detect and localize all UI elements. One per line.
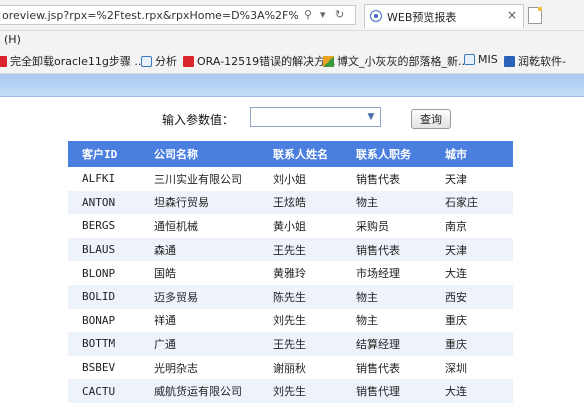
cell-contact-name: 刘先生 — [259, 308, 342, 333]
address-bar[interactable]: oreview.jsp?rpx=%2Ftest.rpx&rpxHome=D%3A… — [0, 5, 356, 25]
cell-city: 深圳 — [431, 355, 513, 380]
favorite-item[interactable]: 博文_小灰灰的部落格_新... — [323, 53, 469, 69]
favorites-bar: 完全卸载oracle11g步骤 ... 分析 ORA-12519错误的解决方..… — [0, 49, 584, 74]
cell-company: 迈多贸易 — [140, 284, 259, 309]
cell-contact-title: 物主 — [342, 284, 431, 309]
cell-company: 三川实业有限公司 — [140, 167, 259, 191]
table-row: BLONP 国皓 黄雅玲 市场经理 大连 — [68, 261, 513, 285]
table-row: BONAP 祥通 刘先生 物主 重庆 — [68, 308, 513, 333]
cell-contact-title: 市场经理 — [342, 261, 431, 285]
cell-contact-name: 陈先生 — [259, 284, 342, 309]
cell-contact-name: 黄雅玲 — [259, 261, 342, 285]
cell-city: 天津 — [431, 237, 513, 262]
table-row: BOLID 迈多贸易 陈先生 物主 西安 — [68, 284, 513, 309]
cell-city: 大连 — [431, 379, 513, 403]
cell-company: 通恒机械 — [140, 214, 259, 238]
cell-contact-title: 物主 — [342, 308, 431, 333]
favorite-item[interactable]: MIS — [464, 53, 498, 69]
table-row: BSBEV 光明杂志 谢丽秋 销售代表 深圳 — [68, 355, 513, 380]
address-text[interactable]: oreview.jsp?rpx=%2Ftest.rpx&rpxHome=D%3A… — [2, 9, 298, 22]
cell-company: 坦森行贸易 — [140, 190, 259, 215]
cell-city: 重庆 — [431, 332, 513, 356]
table-row: BERGS 通恒机械 黄小姐 采购员 南京 — [68, 214, 513, 238]
cell-contact-name: 王先生 — [259, 332, 342, 356]
ie-page-icon — [464, 54, 475, 65]
param-label: 输入参数值： — [162, 113, 235, 127]
table-row: BLAUS 森通 王先生 销售代表 天津 — [68, 237, 513, 262]
cell-city: 南京 — [431, 214, 513, 238]
cell-contact-name: 王先生 — [259, 237, 342, 262]
cell-customer-id: CACTU — [68, 379, 140, 403]
table-header-row: 客户ID 公司名称 联系人姓名 联系人职务 城市 — [68, 141, 513, 167]
red-c-icon — [183, 56, 194, 67]
cell-company: 祥通 — [140, 308, 259, 333]
column-header: 客户ID — [68, 141, 140, 167]
menu-item-help[interactable]: (H) — [4, 33, 21, 46]
blue-r-icon — [504, 56, 515, 67]
cell-city: 石家庄 — [431, 190, 513, 215]
cell-customer-id: BONAP — [68, 308, 140, 333]
cell-company: 广通 — [140, 332, 259, 356]
cell-contact-name: 黄小姐 — [259, 214, 342, 238]
cell-contact-name: 谢丽秋 — [259, 355, 342, 380]
cell-customer-id: ANTON — [68, 190, 140, 215]
chevron-down-icon[interactable]: ▾ — [320, 8, 326, 21]
column-header: 联系人姓名 — [259, 141, 342, 167]
tab-title: WEB预览报表 — [387, 11, 457, 24]
table-row: ALFKI 三川实业有限公司 刘小姐 销售代表 天津 — [68, 167, 513, 191]
cell-contact-title: 销售代表 — [342, 355, 431, 380]
close-icon[interactable]: × — [507, 8, 517, 22]
column-header: 公司名称 — [140, 141, 259, 167]
cell-customer-id: BERGS — [68, 214, 140, 238]
refresh-icon[interactable]: ↻ — [335, 8, 344, 21]
cell-company: 森通 — [140, 237, 259, 262]
cell-contact-title: 结算经理 — [342, 332, 431, 356]
cell-contact-title: 采购员 — [342, 214, 431, 238]
table-row: CACTU 威航货运有限公司 刘先生 销售代理 大连 — [68, 379, 513, 403]
blog-icon — [323, 56, 334, 67]
menu-bar: (H) — [0, 31, 584, 49]
cell-contact-title: 销售代表 — [342, 237, 431, 262]
ie-tab-icon — [370, 10, 382, 22]
cell-customer-id: BLAUS — [68, 237, 140, 262]
red-square-icon — [0, 56, 7, 67]
cell-customer-id: BOLID — [68, 284, 140, 309]
cell-contact-name: 刘小姐 — [259, 167, 342, 191]
column-header: 城市 — [431, 141, 513, 167]
cell-customer-id: BSBEV — [68, 355, 140, 380]
cell-city: 重庆 — [431, 308, 513, 333]
favorite-item[interactable]: 分析 — [141, 53, 177, 69]
browser-toolbar: oreview.jsp?rpx=%2Ftest.rpx&rpxHome=D%3A… — [0, 0, 584, 31]
search-icon[interactable]: ⚲ — [304, 8, 312, 21]
table-row: ANTON 坦森行贸易 王炫皓 物主 石家庄 — [68, 190, 513, 215]
cell-contact-name: 王炫皓 — [259, 190, 342, 215]
query-button[interactable]: 查询 — [411, 109, 451, 129]
favorite-item[interactable]: ORA-12519错误的解决方... — [183, 53, 336, 69]
cell-contact-title: 销售代表 — [342, 167, 431, 191]
report-banner — [0, 74, 584, 97]
cell-contact-title: 物主 — [342, 190, 431, 215]
cell-customer-id: ALFKI — [68, 167, 140, 191]
cell-company: 光明杂志 — [140, 355, 259, 380]
chevron-down-icon[interactable]: ▼ — [364, 110, 378, 124]
favorite-item[interactable]: 完全卸载oracle11g步骤 ... — [0, 53, 145, 69]
cell-customer-id: BOTTM — [68, 332, 140, 356]
cell-contact-name: 刘先生 — [259, 379, 342, 403]
ie-page-icon — [141, 56, 152, 67]
cell-customer-id: BLONP — [68, 261, 140, 285]
cell-company: 威航货运有限公司 — [140, 379, 259, 403]
cell-city: 大连 — [431, 261, 513, 285]
cell-company: 国皓 — [140, 261, 259, 285]
cell-contact-title: 销售代理 — [342, 379, 431, 403]
cell-city: 西安 — [431, 284, 513, 309]
report-table: 客户ID 公司名称 联系人姓名 联系人职务 城市 ALFKI 三川实业有限公司 … — [68, 141, 513, 403]
param-select[interactable]: ▼ — [250, 107, 381, 127]
favorite-item[interactable]: 润乾软件- — [504, 53, 566, 69]
browser-tab[interactable]: WEB预览报表 × — [364, 4, 524, 28]
cell-city: 天津 — [431, 167, 513, 191]
column-header: 联系人职务 — [342, 141, 431, 167]
new-tab-icon[interactable] — [528, 7, 542, 24]
table-row: BOTTM 广通 王先生 结算经理 重庆 — [68, 332, 513, 356]
